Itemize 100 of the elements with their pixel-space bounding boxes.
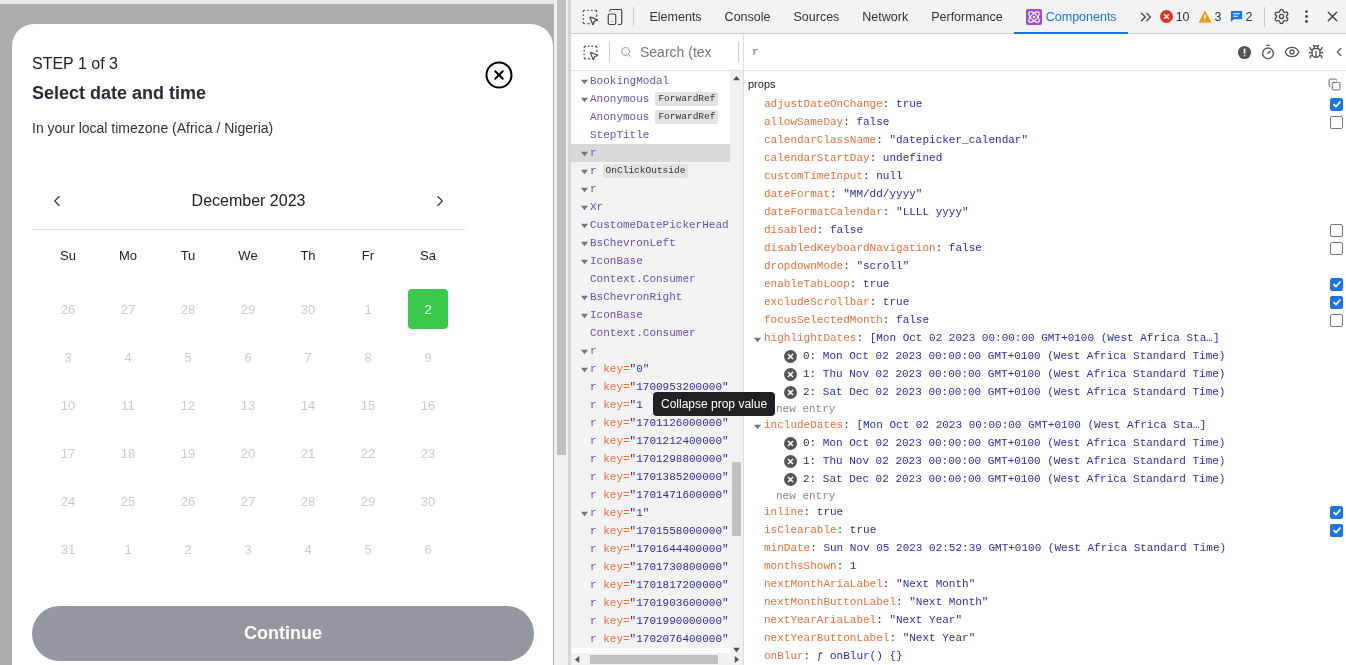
prop-entry: customTimeInput: null: [764, 170, 903, 182]
remove-icon[interactable]: [784, 349, 797, 363]
tree-item[interactable]: r key="1701385200000": [571, 468, 730, 486]
devtools-tab[interactable]: Elements: [638, 1, 714, 34]
message-count[interactable]: 2: [1229, 9, 1253, 24]
tree-item[interactable]: r: [571, 144, 730, 162]
modal-title: Select date and time: [32, 82, 208, 105]
month-title: December 2023: [191, 192, 306, 210]
scroll-up-icon[interactable]: [733, 75, 740, 82]
tree-item[interactable]: r: [571, 342, 730, 360]
selected-component-name: r: [752, 46, 760, 58]
tree-item[interactable]: BsChevronLeft: [571, 234, 730, 252]
tree-item[interactable]: r key="1701817200000": [571, 576, 730, 594]
step-label: STEP 1 of 3: [32, 54, 119, 74]
message-icon: [1229, 10, 1243, 23]
devtools-tab[interactable]: Performance: [919, 1, 1015, 34]
copy-icon[interactable]: [1328, 77, 1341, 91]
tree-item[interactable]: r OnClickOutside: [571, 162, 730, 180]
prop-entry: disabledKeyboardNavigation: false: [764, 242, 982, 254]
new-entry-field[interactable]: new entry: [776, 402, 836, 415]
expand-arrow-icon[interactable]: [753, 422, 762, 431]
checkbox[interactable]: [1330, 313, 1343, 327]
prop-entry: dropdownMode: "scroll": [764, 260, 910, 272]
close-button[interactable]: [484, 60, 514, 90]
error-count[interactable]: 10: [1159, 9, 1190, 24]
warning-count[interactable]: 3: [1197, 9, 1222, 24]
prop-entry: focusSelectedMonth: false: [764, 314, 930, 326]
prop-entry: adjustDateOnChange: true: [764, 98, 923, 110]
tree-item[interactable]: r key="1701903600000": [571, 594, 730, 612]
array-entry: 1: Thu Nov 02 2023 00:00:00 GMT+0100 (West Africa Standard Time): [803, 455, 1226, 467]
eye-icon[interactable]: [1284, 44, 1300, 60]
tree-item[interactable]: Xr: [571, 198, 730, 216]
props-heading: props: [748, 78, 776, 90]
prop-entry: onBlur: ƒ onBlur() {}: [764, 650, 903, 662]
scroll-left-icon[interactable]: [574, 655, 581, 663]
tree-item[interactable]: r key="1701730800000": [571, 558, 730, 576]
timezone-note: In your local timezone (Africa / Nigeria): [32, 119, 274, 137]
calendar-day[interactable]: 2: [408, 289, 448, 329]
prop-entry: dateFormat: "MM/dd/yyyy": [764, 188, 923, 200]
prop-entry: highlightDates: [Mon Oct 02 2023 00:00:00 GMT+0100 (West Africa Sta…]: [764, 332, 1220, 344]
weekday-label: Su: [60, 246, 76, 265]
tree-item[interactable]: r key="1701990000000": [571, 612, 730, 630]
search-field[interactable]: Search (tex: [638, 43, 728, 61]
devtools-tab[interactable]: Console: [713, 1, 782, 34]
array-entry: 1: Thu Nov 02 2023 00:00:00 GMT+0100 (West Africa Standard Time): [803, 368, 1226, 380]
prop-entry: isClearable: true: [764, 524, 877, 536]
prop-entry: nextYearAriaLabel: "Next Year": [764, 614, 963, 626]
array-entry: 0: Mon Oct 02 2023 00:00:00 GMT+0100 (West Africa Standard Time): [803, 350, 1226, 362]
scroll-right-icon[interactable]: [733, 655, 740, 663]
tree-item[interactable]: r key="1701558000000": [571, 522, 730, 540]
checkbox[interactable]: [1330, 295, 1343, 309]
devtools-tab[interactable]: Network: [850, 1, 920, 34]
checkbox[interactable]: [1330, 223, 1343, 237]
tree-item[interactable]: CustomeDatePickerHead: [571, 216, 730, 234]
checkbox[interactable]: [1330, 277, 1343, 291]
tree-item[interactable]: r key="0": [571, 360, 730, 378]
prop-entry: dateFormatCalendar: "LLLL yyyy": [764, 206, 969, 218]
search-icon: [620, 45, 632, 59]
checkbox[interactable]: [1330, 523, 1343, 537]
checkbox[interactable]: [1330, 241, 1343, 255]
tree-item[interactable]: r key="1701471600000": [571, 486, 730, 504]
tree-item[interactable]: r key="1700953200000": [571, 378, 730, 396]
tree-item[interactable]: r key="1701126000000": [571, 414, 730, 432]
new-entry-field[interactable]: new entry: [776, 489, 836, 502]
tree-item[interactable]: r key="1702076400000": [571, 630, 730, 648]
devtools-tab[interactable]: Sources: [782, 1, 851, 34]
checkbox[interactable]: [1330, 115, 1343, 129]
prop-entry: minDate: Sun Nov 05 2023 02:52:39 GMT+0100 (West Africa Standard Time): [764, 542, 1227, 554]
scrollbar-thumb[interactable]: [590, 654, 718, 664]
checkbox[interactable]: [1330, 505, 1343, 519]
remove-icon[interactable]: [784, 436, 797, 450]
tree-item[interactable]: Context.Consumer: [571, 270, 730, 288]
tree-item[interactable]: r key="1701644400000": [571, 540, 730, 558]
scrollbar-thumb[interactable]: [732, 462, 741, 536]
tree-item[interactable]: r key="1701212400000": [571, 432, 730, 450]
array-entry: 2: Sat Dec 02 2023 00:00:00 GMT+0100 (West Africa Standard Time): [803, 386, 1226, 398]
prop-entry: allowSameDay: false: [764, 116, 890, 128]
weekday-label: We: [238, 246, 258, 265]
expand-arrow-icon[interactable]: [753, 335, 762, 344]
tree-item[interactable]: IconBase: [571, 252, 730, 270]
component-tag: ForwardRef: [655, 110, 719, 124]
scrollbar-thumb[interactable]: [556, 0, 566, 455]
remove-icon[interactable]: [784, 385, 797, 399]
remove-icon[interactable]: [784, 472, 797, 486]
tree-item[interactable]: Context.Consumer: [571, 324, 730, 342]
devtools-tab[interactable]: Components: [1014, 1, 1129, 34]
weekday-label: Tu: [180, 246, 196, 265]
tree-item[interactable]: r key="1": [571, 504, 730, 522]
tree-item[interactable]: r: [571, 180, 730, 198]
alert-icon[interactable]: [1237, 44, 1252, 60]
prop-entry: monthsShown: 1: [764, 560, 857, 572]
tree-item[interactable]: r key="1701298800000": [571, 450, 730, 468]
tree-item[interactable]: IconBase: [571, 306, 730, 324]
remove-icon[interactable]: [784, 367, 797, 381]
bug-icon[interactable]: [1308, 44, 1324, 60]
prop-entry: nextMonthAriaLabel: "Next Month": [764, 578, 976, 590]
timer-icon[interactable]: [1260, 44, 1276, 60]
checkbox[interactable]: [1330, 97, 1343, 111]
tree-item[interactable]: BsChevronRight: [571, 288, 730, 306]
remove-icon[interactable]: [784, 454, 797, 468]
